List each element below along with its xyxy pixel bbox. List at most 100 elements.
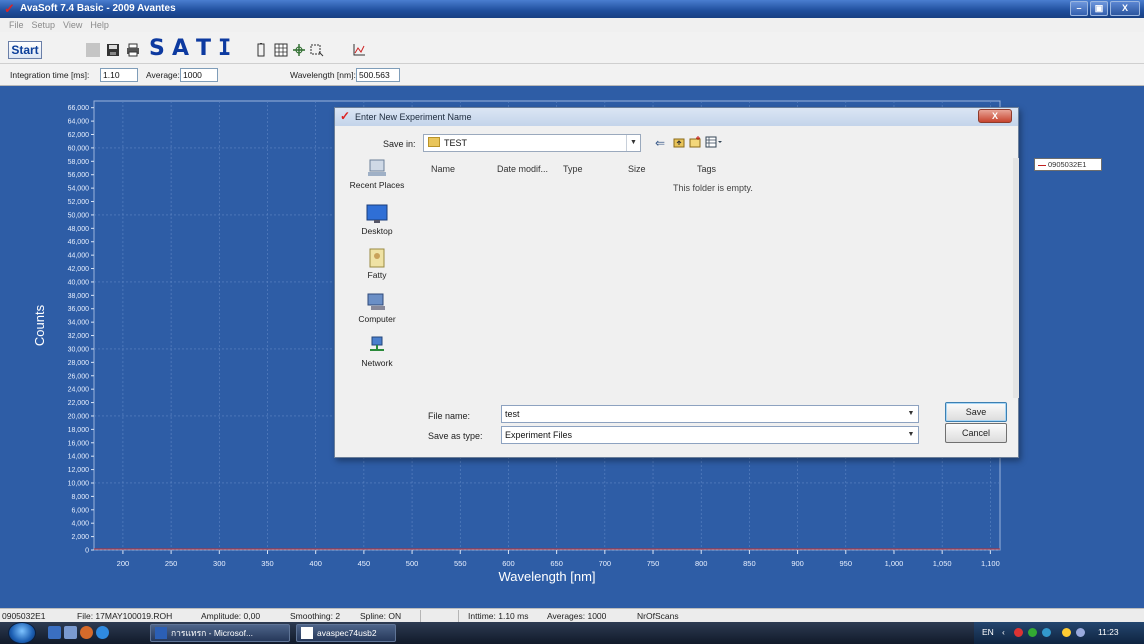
back-icon[interactable]: ⇐ — [655, 136, 665, 150]
graph-axis-icon[interactable] — [352, 43, 366, 57]
menu-setup[interactable]: Setup — [32, 18, 56, 32]
maximize-button[interactable]: ▣ — [1090, 1, 1108, 16]
volume-icon[interactable] — [1076, 628, 1085, 637]
y-tick-label: 10,000 — [68, 480, 90, 487]
menu-file[interactable]: File — [9, 18, 24, 32]
save-in-select[interactable]: TEST ▼ — [423, 134, 641, 152]
language-indicator[interactable]: EN — [982, 627, 994, 637]
windows-start-icon[interactable] — [8, 622, 36, 644]
x-tick-label: 900 — [791, 559, 804, 568]
battery-icon[interactable] — [254, 43, 268, 57]
y-tick-label: 44,000 — [68, 253, 90, 260]
zoom-fit-icon[interactable] — [292, 43, 306, 57]
explorer-icon[interactable] — [64, 626, 77, 639]
y-tick-label: 52,000 — [68, 199, 90, 206]
legend: 0905032E1 — [1034, 158, 1102, 171]
avasoft-logo-icon: ✓ — [4, 1, 15, 16]
place-fatty-label: Fatty — [367, 270, 387, 280]
y-tick-label: 26,000 — [68, 373, 90, 380]
y-tick-label: 58,000 — [68, 159, 90, 166]
column-type[interactable]: Type — [563, 164, 583, 174]
up-folder-icon[interactable] — [673, 136, 685, 151]
chevron-down-icon[interactable]: ▼ — [904, 406, 918, 422]
file-name-label: File name: — [428, 411, 471, 421]
x-tick-label: 500 — [406, 559, 419, 568]
minimize-button[interactable]: – — [1070, 1, 1088, 16]
file-list-scrollbar[interactable] — [1013, 158, 1019, 398]
place-recent[interactable]: Recent Places — [347, 158, 407, 190]
status-file: File: 17MAY100019.ROH — [77, 611, 173, 621]
save-disk-icon[interactable] — [106, 43, 120, 57]
y-tick-label: 4,000 — [71, 521, 89, 528]
avasoft-logo-icon: ✓ — [340, 109, 351, 123]
legend-swatch — [1038, 164, 1046, 166]
average-label: Average: — [146, 70, 180, 80]
chevron-left-icon[interactable]: ‹ — [1002, 627, 1005, 637]
y-tick-label: 18,000 — [68, 427, 90, 434]
cancel-button[interactable]: Cancel — [945, 423, 1007, 443]
place-network[interactable]: Network — [347, 336, 407, 368]
place-desktop[interactable]: Desktop — [347, 204, 407, 236]
status-separator — [420, 610, 421, 622]
integration-time-field[interactable]: 1.10 — [100, 68, 138, 82]
save-type-select[interactable]: Experiment Files ▼ — [501, 426, 919, 444]
y-tick-label: 48,000 — [68, 226, 90, 233]
y-tick-label: 50,000 — [68, 212, 90, 219]
y-tick-label: 14,000 — [68, 454, 90, 461]
wavelength-field[interactable]: 500.563 — [356, 68, 400, 82]
x-tick-label: 250 — [165, 559, 178, 568]
y-tick-label: 22,000 — [68, 400, 90, 407]
save-button[interactable]: Save — [945, 402, 1007, 422]
taskbar-item-word[interactable]: การแทรก - Microsof... — [150, 624, 290, 642]
security-alert-icon[interactable] — [1014, 628, 1023, 637]
x-tick-label: 850 — [743, 559, 756, 568]
taskbar: การแทรก - Microsof... avaspec74usb2 EN ‹… — [0, 622, 1144, 644]
status-separator — [458, 610, 459, 622]
taskbar-item-avaspec-label: avaspec74usb2 — [317, 628, 377, 638]
scope-mode-button[interactable]: S — [149, 36, 165, 61]
menu-bar: File Setup View Help — [0, 18, 1144, 32]
transmission-mode-button[interactable]: T — [196, 36, 211, 61]
column-size[interactable]: Size — [628, 164, 646, 174]
close-button[interactable]: X — [1110, 1, 1140, 16]
network-icon — [370, 336, 384, 351]
update-icon[interactable] — [1028, 628, 1037, 637]
view-menu-icon[interactable] — [705, 136, 723, 151]
column-name[interactable]: Name — [431, 164, 455, 174]
clock: 11:23 — [1098, 627, 1119, 637]
grid-icon[interactable] — [274, 43, 288, 57]
media-player-icon[interactable] — [80, 626, 93, 639]
window-controls: – ▣ X — [1070, 1, 1140, 16]
recent-places-icon — [368, 159, 386, 176]
absorbance-mode-button[interactable]: A — [172, 36, 189, 61]
file-name-value: test — [505, 409, 520, 419]
average-field[interactable]: 1000 — [180, 68, 218, 82]
y-tick-label: 42,000 — [68, 266, 90, 273]
file-list[interactable]: Name Date modif... Type Size Tags This f… — [423, 158, 1013, 398]
irradiance-mode-button[interactable]: I — [218, 36, 231, 61]
dialog-close-button[interactable]: X — [978, 109, 1012, 123]
internet-explorer-icon[interactable] — [96, 626, 109, 639]
start-button[interactable]: Start — [8, 41, 42, 59]
x-tick-label: 1,050 — [933, 559, 952, 568]
network-tray-icon[interactable] — [1042, 628, 1051, 637]
y-tick-label: 0 — [85, 548, 89, 555]
save-type-label: Save as type: — [428, 431, 483, 441]
zoom-select-icon[interactable] — [310, 43, 324, 57]
new-folder-icon[interactable] — [689, 136, 701, 151]
column-tags[interactable]: Tags — [697, 164, 716, 174]
avasoft-logo-icon — [301, 627, 313, 639]
print-icon[interactable] — [126, 43, 140, 57]
show-desktop-icon[interactable] — [48, 626, 61, 639]
file-name-input[interactable]: test ▼ — [501, 405, 919, 423]
chevron-down-icon[interactable]: ▼ — [904, 427, 918, 443]
taskbar-item-avaspec[interactable]: avaspec74usb2 — [296, 624, 396, 642]
place-computer[interactable]: Computer — [347, 292, 407, 324]
place-fatty[interactable]: Fatty — [347, 248, 407, 280]
open-icon[interactable] — [86, 43, 100, 57]
power-icon[interactable] — [1062, 628, 1071, 637]
column-date-modified[interactable]: Date modif... — [497, 164, 548, 174]
menu-help[interactable]: Help — [90, 18, 109, 32]
save-in-value: TEST — [444, 138, 468, 148]
menu-view[interactable]: View — [63, 18, 82, 32]
